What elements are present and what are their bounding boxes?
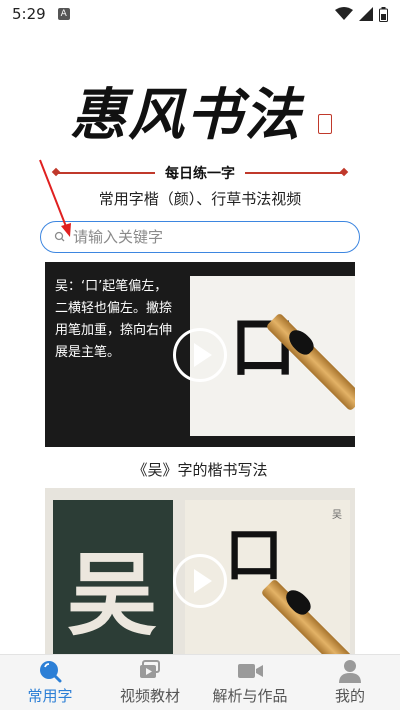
tab-label: 我的	[334, 687, 365, 705]
wifi-icon	[335, 7, 353, 20]
status-time: 5:29	[12, 5, 46, 23]
tab-video-lessons[interactable]: 视频教材	[100, 655, 200, 710]
tab-label: 常用字	[27, 687, 73, 705]
play-button[interactable]	[173, 328, 227, 382]
tab-label: 解析与作品	[212, 687, 288, 705]
user-icon	[339, 660, 361, 683]
video-camera-icon	[238, 664, 263, 678]
notification-icon: A	[57, 8, 70, 20]
video-card[interactable]: 吴 口 吴	[45, 488, 355, 673]
tab-analysis-works[interactable]: 解析与作品	[200, 655, 300, 710]
play-button[interactable]	[173, 554, 227, 608]
status-icons	[335, 6, 388, 22]
rubbing-image: 吴	[53, 500, 173, 670]
search-input[interactable]	[73, 228, 333, 246]
video-caption: 吴：‘口’起笔偏左，二横轻也偏左。撇捺用笔加重，捺向右伸展是主笔。	[55, 279, 173, 360]
signal-icon	[359, 7, 373, 21]
status-bar: 5:29 A	[0, 0, 400, 28]
slogan-divider-right	[245, 172, 345, 174]
logo-title: 惠风书法	[70, 82, 302, 148]
slogan-row: 每日练一字	[0, 163, 400, 183]
app-logo: 惠风书法	[70, 70, 340, 160]
search-icon	[54, 231, 65, 242]
slogan: 每日练一字	[165, 166, 235, 182]
video-library-icon	[140, 660, 160, 678]
rubbing-char: 吴	[67, 542, 157, 648]
seal-stamp	[318, 114, 332, 134]
search-box[interactable]	[40, 221, 360, 253]
video-thumbnail[interactable]: 吴 口 吴	[45, 488, 355, 673]
search-icon	[40, 661, 62, 683]
play-icon	[193, 343, 212, 367]
slogan-divider-left	[55, 172, 155, 174]
corner-mark: 吴	[332, 510, 342, 521]
video-thumbnail[interactable]: 吴：‘口’起笔偏左，二横轻也偏左。撇捺用笔加重，捺向右伸展是主笔。 口	[45, 262, 355, 447]
page-subtitle: 常用字楷（颜）、行草书法视频	[98, 190, 302, 208]
video-title[interactable]: 《吴》字的楷书写法	[45, 459, 355, 480]
bottom-tab-bar: 常用字 视频教材 解析与作品 我的	[0, 654, 400, 710]
tab-label: 视频教材	[119, 687, 180, 705]
video-card[interactable]: 吴：‘口’起笔偏左，二横轻也偏左。撇捺用笔加重，捺向右伸展是主笔。 口 《吴》字…	[45, 262, 355, 480]
tab-common-chars[interactable]: 常用字	[0, 655, 100, 710]
battery-icon	[379, 6, 388, 22]
tab-mine[interactable]: 我的	[300, 655, 400, 710]
play-icon	[193, 569, 212, 593]
